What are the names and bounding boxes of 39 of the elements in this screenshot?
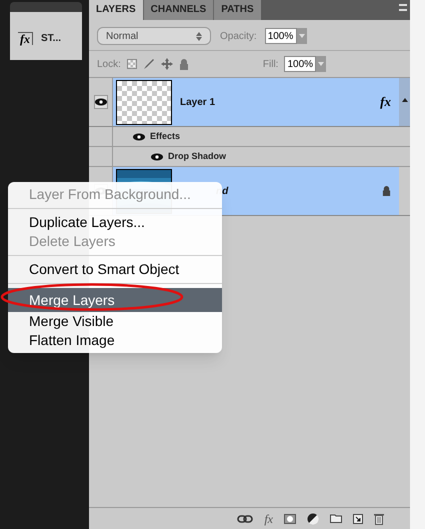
menu-item[interactable]: Merge Visible	[8, 312, 222, 331]
panel-tab[interactable]: LAYERS	[89, 0, 143, 20]
down-arrow-icon	[196, 36, 202, 40]
link-icon[interactable]	[237, 514, 254, 522]
eye-icon[interactable]	[94, 98, 106, 106]
menu-item[interactable]: Flatten Image	[8, 331, 222, 350]
effect-name: Effects	[150, 130, 180, 143]
brush-icon[interactable]	[142, 58, 155, 70]
half-circle-icon[interactable]	[307, 512, 319, 524]
trash-icon[interactable]	[374, 512, 384, 524]
lock-icon[interactable]	[178, 58, 189, 70]
new-layer-icon[interactable]	[353, 514, 363, 524]
fx-icon[interactable]: fx	[264, 510, 273, 528]
lock-transparency-icon[interactable]	[126, 59, 137, 69]
panel-tab[interactable]: CHANNELS	[142, 0, 214, 20]
up-arrow-icon	[196, 32, 202, 36]
fill-field[interactable]: 100%	[284, 56, 316, 72]
layer-name: Layer 1	[180, 96, 216, 110]
effect-name: Drop Shadow	[168, 150, 226, 163]
menu-item[interactable]: Duplicate Layers...	[8, 213, 222, 232]
opacity-field[interactable]: 100%	[264, 28, 297, 44]
panel-header	[10, 2, 82, 12]
lock-label: Lock:	[97, 58, 121, 72]
panel-menu-icon[interactable]	[399, 4, 407, 11]
blend-mode-value: Normal	[106, 30, 138, 44]
fill-label: Fill:	[262, 58, 278, 72]
panel-label: ST...	[41, 32, 62, 46]
opacity-label: Opacity:	[220, 30, 257, 44]
panel-tab[interactable]: PATHS	[213, 0, 261, 20]
eye-icon[interactable]	[133, 132, 145, 140]
menu-item[interactable]: Convert to Smart Object	[8, 260, 222, 279]
mask-icon[interactable]	[284, 514, 296, 524]
move-icon[interactable]	[160, 58, 173, 70]
blend-mode-dropdown[interactable]: Normal	[97, 27, 211, 45]
thumbnail	[116, 80, 172, 124]
fx-icon: fx	[380, 92, 391, 112]
eye-icon[interactable]	[151, 152, 163, 160]
layer-row[interactable]: Layer 1 fx	[113, 78, 399, 126]
folder-icon[interactable]	[330, 514, 342, 523]
